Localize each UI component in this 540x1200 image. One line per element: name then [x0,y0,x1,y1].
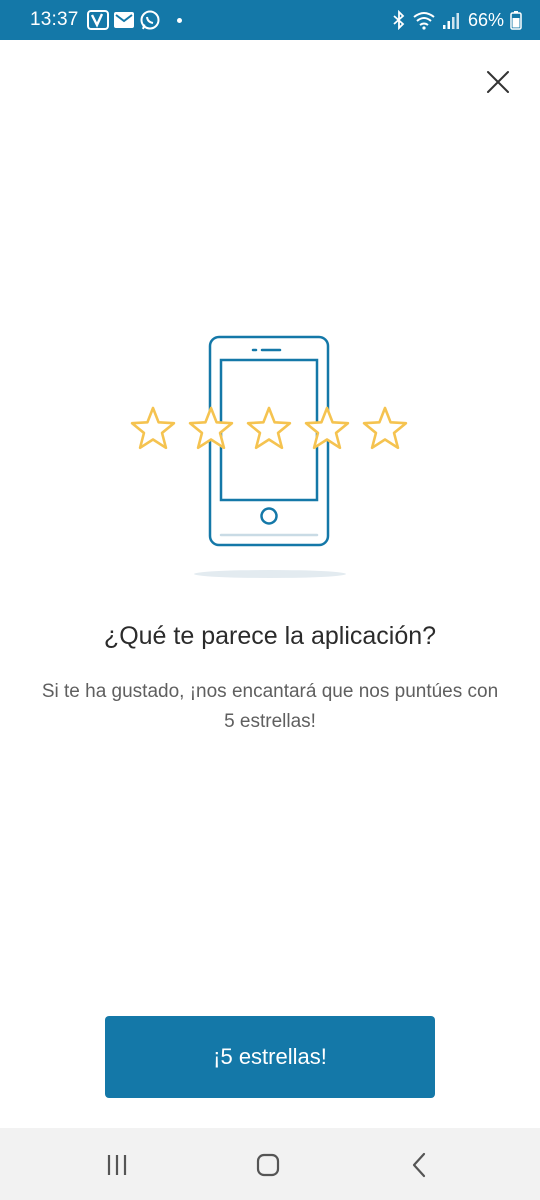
battery-icon [510,11,522,30]
status-notification-icons [86,9,182,31]
mail-icon [113,12,134,28]
wifi-icon [413,12,435,30]
bluetooth-icon [393,10,405,30]
signal-icon [442,13,459,29]
navigation-bar [0,1128,540,1200]
star-icon [130,406,176,450]
recent-apps-button[interactable] [100,1148,134,1182]
home-button[interactable] [251,1148,285,1182]
close-icon [487,71,509,93]
back-button[interactable] [403,1148,437,1182]
status-time: 13:37 [30,9,79,30]
v-app-icon [86,10,109,30]
rate-five-stars-button[interactable]: ¡5 estrellas! [105,1016,435,1098]
whatsapp-icon [140,10,160,30]
dialog-title: ¿Qué te parece la aplicación? [103,622,437,650]
notification-dot [176,17,182,23]
status-bar: 13:37 66% [0,0,540,40]
dialog-subtitle: Si te ha gustado, ¡nos encantará que nos… [41,681,499,732]
recent-apps-icon [107,1155,127,1175]
rating-illustration [120,330,420,590]
home-icon [256,1153,280,1177]
status-system-icons: 66% [392,10,522,31]
battery-percentage: 66% [467,9,504,30]
back-icon [412,1152,426,1178]
close-button[interactable] [484,68,512,96]
app-screen: 13:37 66% ¿Qué te parece la aplicación? … [0,0,540,1200]
star-icon [362,406,408,450]
phone-shadow [194,570,346,578]
